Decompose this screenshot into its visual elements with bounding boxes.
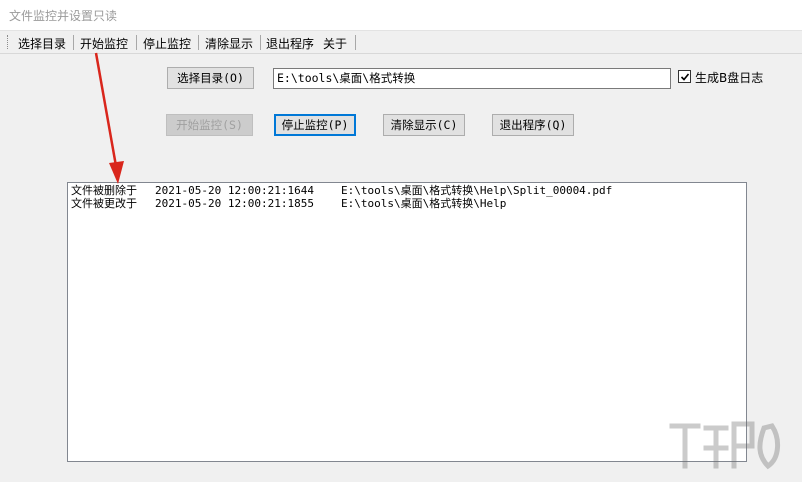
clear-display-button[interactable]: 清除显示(C) <box>383 114 465 136</box>
toolbar-grip <box>7 35 10 49</box>
menu-separator <box>260 35 261 50</box>
menu-exit[interactable]: 退出程序 <box>266 35 314 52</box>
menu-separator <box>73 35 74 50</box>
menu-separator <box>355 35 356 50</box>
window-title: 文件监控并设置只读 <box>9 9 118 23</box>
checkmark-icon <box>680 73 690 81</box>
menu-about[interactable]: 关于 <box>323 35 347 52</box>
menu-separator <box>136 35 137 50</box>
log-checkbox[interactable] <box>678 70 691 83</box>
stop-monitor-button[interactable]: 停止监控(P) <box>274 114 356 136</box>
log-path: E:\tools\桌面\格式转换\Help <box>341 197 507 210</box>
menu-start-monitor[interactable]: 开始监控 <box>80 35 128 52</box>
log-event: 文件被更改于 <box>71 197 137 210</box>
menu-separator <box>198 35 199 50</box>
select-dir-button[interactable]: 选择目录(O) <box>167 67 254 89</box>
log-checkbox-label[interactable]: 生成B盘日志 <box>695 69 763 86</box>
log-path: E:\tools\桌面\格式转换\Help\Split_00004.pdf <box>341 184 613 197</box>
menu-clear-display[interactable]: 清除显示 <box>205 35 253 52</box>
menu-select-dir[interactable]: 选择目录 <box>18 35 66 52</box>
log-list[interactable]: 文件被删除于 2021-05-20 12:00:21:1644 E:\tools… <box>67 182 747 462</box>
path-input[interactable]: E:\tools\桌面\格式转换 <box>273 68 671 89</box>
log-event: 文件被删除于 <box>71 184 137 197</box>
log-time: 2021-05-20 12:00:21:1644 <box>155 184 314 197</box>
menu-stop-monitor[interactable]: 停止监控 <box>143 35 191 52</box>
watermark-logo <box>669 421 780 470</box>
title-bar: 文件监控并设置只读 <box>0 0 802 31</box>
exit-button[interactable]: 退出程序(Q) <box>492 114 574 136</box>
start-monitor-button[interactable]: 开始监控(S) <box>166 114 253 136</box>
log-time: 2021-05-20 12:00:21:1855 <box>155 197 314 210</box>
menu-bar: 选择目录 开始监控 停止监控 清除显示 退出程序 关于 <box>0 31 802 54</box>
